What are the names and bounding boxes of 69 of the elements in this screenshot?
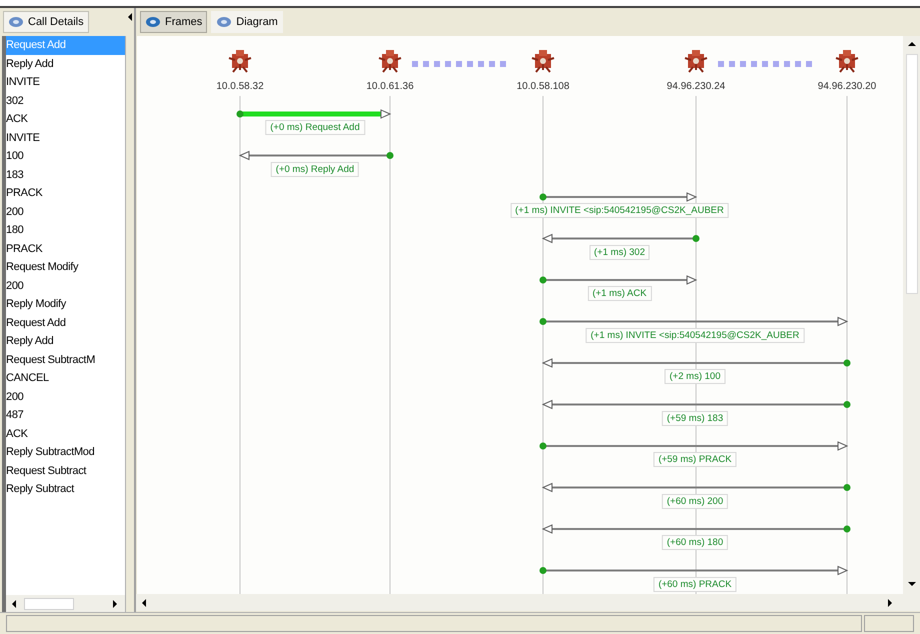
view-tab[interactable]: Diagram bbox=[211, 11, 283, 33]
call-list-item[interactable]: 200 bbox=[6, 202, 125, 221]
call-list-item[interactable]: 302 bbox=[6, 92, 125, 110]
message-label: (+0 ms) Request Add bbox=[265, 120, 365, 135]
call-list-item[interactable]: Request Subtract bbox=[6, 462, 125, 480]
disc-icon bbox=[145, 16, 161, 28]
message-label: (+60 ms) 200 bbox=[662, 494, 728, 508]
router-icon bbox=[683, 48, 709, 74]
call-list-item[interactable]: 180 bbox=[6, 221, 125, 240]
call-list-item[interactable]: PRACK bbox=[6, 184, 125, 202]
message-label: (+59 ms) PRACK bbox=[653, 452, 737, 467]
call-list-item[interactable]: INVITE bbox=[6, 128, 125, 147]
message-label: (+1 ms) 302 bbox=[589, 244, 650, 260]
scroll-thumb[interactable] bbox=[906, 54, 918, 294]
message-label: (+2 ms) 100 bbox=[664, 369, 726, 384]
horizontal-scrollbar[interactable] bbox=[136, 594, 920, 611]
host-label: 10.0.61.36 bbox=[366, 80, 414, 94]
disc-icon bbox=[8, 16, 24, 28]
call-list-item[interactable]: Request Add bbox=[6, 314, 125, 332]
call-list-item[interactable]: Request SubtractM bbox=[6, 350, 125, 369]
call-list-item[interactable]: Reply Modify bbox=[6, 295, 125, 314]
call-list-item[interactable]: INVITE bbox=[6, 73, 125, 92]
message-arrow[interactable] bbox=[542, 524, 850, 534]
message-label: (+60 ms) PRACK bbox=[653, 576, 737, 592]
host-label: 94.96.230.20 bbox=[818, 80, 876, 94]
call-list-item[interactable]: Reply Add bbox=[6, 332, 125, 350]
call-list-item[interactable]: ACK bbox=[6, 424, 125, 443]
message-arrow[interactable] bbox=[540, 316, 848, 326]
call-list-item[interactable]: 200 bbox=[6, 388, 125, 406]
view-tab[interactable]: Frames bbox=[140, 11, 208, 33]
message-label: (+60 ms) 180 bbox=[662, 535, 728, 550]
message-label: (+1 ms) INVITE <sip:540542195@CS2K_AUBER bbox=[586, 328, 804, 342]
call-list-item[interactable]: Reply Add bbox=[6, 54, 125, 73]
message-label: (+0 ms) Reply Add bbox=[270, 162, 360, 176]
call-list-item[interactable]: 487 bbox=[6, 406, 125, 424]
message-arrow[interactable] bbox=[238, 150, 394, 160]
call-list-item[interactable]: 100 bbox=[6, 147, 125, 166]
disc-icon bbox=[216, 16, 232, 28]
host-label: 94.96.230.24 bbox=[666, 80, 726, 94]
host-label: 10.0.58.32 bbox=[216, 80, 264, 94]
message-arrow[interactable] bbox=[542, 358, 850, 368]
message-arrow[interactable] bbox=[540, 275, 698, 285]
message-label: (+1 ms) INVITE <sip:540542195@CS2K_AUBER bbox=[510, 203, 729, 218]
horizontal-scrollbar[interactable] bbox=[6, 595, 125, 612]
message-arrow[interactable] bbox=[236, 109, 392, 119]
message-label: (+1 ms) ACK bbox=[587, 286, 652, 301]
call-list-item[interactable]: ACK bbox=[6, 110, 125, 128]
call-list-item[interactable]: Request Modify bbox=[6, 258, 125, 276]
call-list-item[interactable]: Reply SubtractMod bbox=[6, 443, 125, 462]
message-label: (+59 ms) 183 bbox=[662, 410, 728, 426]
scroll-thumb[interactable] bbox=[24, 598, 74, 610]
message-arrow[interactable] bbox=[540, 192, 698, 202]
call-list-item[interactable]: 200 bbox=[6, 276, 125, 295]
message-arrow[interactable] bbox=[540, 441, 848, 451]
router-icon bbox=[834, 48, 860, 74]
message-arrow[interactable] bbox=[540, 566, 848, 576]
message-arrow[interactable] bbox=[542, 400, 850, 410]
host-label: 10.0.58.108 bbox=[516, 80, 570, 94]
call-list-item[interactable]: 183 bbox=[6, 166, 125, 184]
vertical-scrollbar[interactable] bbox=[903, 36, 920, 594]
router-icon bbox=[227, 48, 253, 74]
call-list-item[interactable]: Reply Subtract bbox=[6, 480, 125, 498]
call-details-tab[interactable]: Call Details bbox=[3, 11, 89, 33]
call-list-item[interactable]: PRACK bbox=[6, 240, 125, 258]
message-arrow[interactable] bbox=[542, 482, 850, 492]
router-icon bbox=[530, 48, 556, 74]
message-arrow[interactable] bbox=[542, 234, 700, 244]
call-list-item[interactable]: CANCEL bbox=[6, 369, 125, 388]
router-icon bbox=[377, 48, 403, 74]
